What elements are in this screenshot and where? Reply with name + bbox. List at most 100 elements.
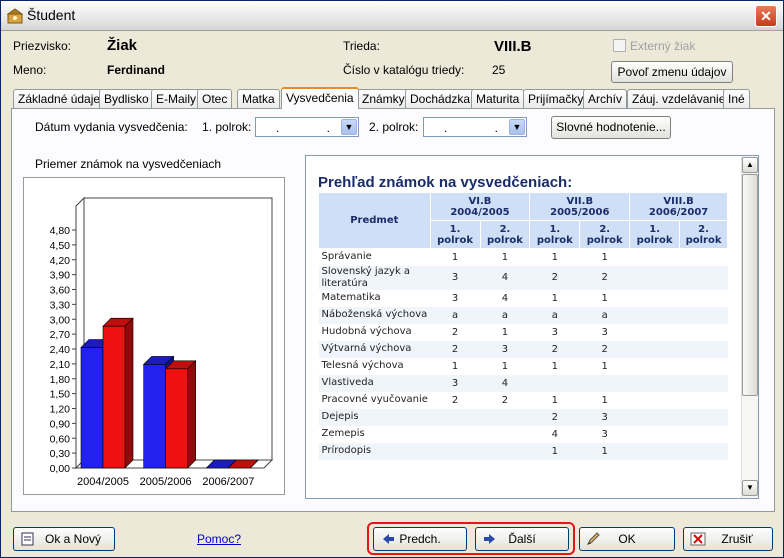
subject-cell: Vlastiveda <box>318 374 431 392</box>
half2-header: 2. polrok <box>679 220 728 249</box>
tab-graduation[interactable]: Maturita <box>471 89 525 108</box>
half2-date-combo[interactable]: . . ▼ <box>423 117 527 137</box>
tab-bar: Základné údaje Bydlisko E-Maily Otec Mat… <box>11 87 781 109</box>
tab-grades[interactable]: Známky <box>357 89 410 108</box>
subject-cell: Dejepis <box>318 408 431 426</box>
grade-cell <box>529 374 580 392</box>
grade-cell <box>679 374 728 392</box>
year-header: VI.B 2004/2005 <box>429 192 531 221</box>
scroll-thumb[interactable] <box>742 174 758 396</box>
y-tick-label: 2,40 <box>50 344 71 356</box>
chevron-down-icon[interactable]: ▼ <box>509 119 525 135</box>
tab-mother[interactable]: Matka <box>237 89 280 108</box>
bar <box>143 364 166 469</box>
grade-cell: 1 <box>551 251 559 263</box>
grade-cell <box>680 358 728 375</box>
student-window: Študent ✕ Priezvisko: Žiak Meno: Ferdina… <box>0 0 784 558</box>
grade-cell: 1 <box>501 360 509 372</box>
report-view[interactable]: Prehľad známok na vysvedčeniach: Predmet… <box>305 155 759 499</box>
x-tick-label: 2004/2005 <box>77 476 129 488</box>
bar <box>165 368 188 469</box>
y-tick-label: 0,00 <box>50 463 71 475</box>
class-label: Trieda: <box>343 39 380 53</box>
grade-cell: 1 <box>451 360 459 372</box>
tab-admissions[interactable]: Prijímačky <box>523 89 589 108</box>
allow-change-button[interactable]: Povoľ zmenu údajov <box>611 61 733 83</box>
grade-cell <box>679 340 728 358</box>
grade-cell: 1 <box>551 292 559 304</box>
tab-other[interactable]: Iné <box>723 89 750 108</box>
table-row: Náboženská výchova a a a a <box>318 306 728 324</box>
grade-cell: 2 <box>430 340 480 358</box>
chevron-down-icon[interactable]: ▼ <box>341 119 357 135</box>
scroll-up-icon[interactable]: ▲ <box>742 157 758 173</box>
title-bar[interactable]: Študent ✕ <box>1 1 783 31</box>
cancel-button[interactable]: Zrušiť <box>683 527 773 551</box>
grade-cell <box>629 408 680 426</box>
grade-cell <box>629 265 680 290</box>
grade-cell: 2 <box>579 340 630 358</box>
subject-cell: Matematika <box>321 292 381 303</box>
grade-cell: a <box>430 306 480 324</box>
scroll-down-icon[interactable]: ▼ <box>742 480 758 496</box>
tab-basic-info[interactable]: Základné údaje <box>13 89 106 108</box>
grade-cell: 1 <box>601 292 608 304</box>
half2-header: 2. polrok <box>579 220 631 249</box>
grade-cell: 1 <box>451 251 459 263</box>
bar-side <box>187 360 196 469</box>
tab-archive[interactable]: Archív <box>583 89 628 108</box>
grade-cell: 1 <box>551 360 559 372</box>
surname-value: Žiak <box>107 37 138 54</box>
help-link[interactable]: Pomoc? <box>197 532 241 546</box>
grade-cell <box>579 374 630 392</box>
half2-label: 2. polrok: <box>369 120 419 134</box>
subject-cell: Prírodopis <box>318 442 431 460</box>
grade-cell: 1 <box>529 442 580 460</box>
grade-cell: 3 <box>551 326 559 338</box>
y-tick-label: 3,60 <box>50 285 71 297</box>
table-row: Zemepis 4 3 <box>319 426 728 443</box>
grade-cell: 3 <box>430 374 480 392</box>
table-row: Hudobná výchova 2 1 3 3 <box>319 324 728 341</box>
grade-cell: 3 <box>601 428 608 440</box>
tab-emails[interactable]: E-Maily <box>151 89 202 108</box>
tab-address[interactable]: Bydlisko <box>99 89 154 108</box>
grade-cell: 2 <box>451 326 459 338</box>
grade-cell <box>430 426 480 443</box>
ok-button[interactable]: OK <box>579 527 675 551</box>
year-header: VII.B 2005/2006 <box>529 192 631 221</box>
half1-header: 1. polrok <box>629 220 681 249</box>
ok-and-new-button[interactable]: Ok a Nový <box>13 527 115 551</box>
subject-cell: Slovenský jazyk a literatúra <box>318 265 431 290</box>
window-title: Študent <box>27 7 76 23</box>
subject-cell: Hudobná výchova <box>321 326 412 337</box>
y-tick-label: 4,50 <box>50 240 71 252</box>
subject-cell: Telesná výchova <box>321 360 404 371</box>
grade-cell: a <box>579 306 630 324</box>
tab-attendance[interactable]: Dochádzka <box>405 89 476 108</box>
tab-interest-education[interactable]: Záuj. vzdelávanie <box>627 89 731 108</box>
report-scrollbar[interactable]: ▲ ▼ <box>741 156 758 498</box>
table-row: Dejepis 2 3 <box>318 408 728 426</box>
verbal-evaluation-button[interactable]: Slovné hodnotenie... <box>551 116 671 139</box>
grade-cell: 4 <box>480 374 530 392</box>
half1-date-combo[interactable]: . . ▼ <box>255 117 359 137</box>
tab-father[interactable]: Otec <box>197 89 233 108</box>
subject-cell: Zemepis <box>321 428 365 439</box>
grade-cell <box>629 306 680 324</box>
table-row: Pracovné vyučovanie 2 2 1 1 <box>319 392 728 409</box>
grade-cell <box>630 324 680 341</box>
y-tick-label: 0,90 <box>50 418 71 430</box>
grade-cell: 1 <box>551 394 559 406</box>
grade-cell <box>629 340 680 358</box>
subject-cell: Náboženská výchova <box>318 306 431 324</box>
subject-cell: Výtvarná výchova <box>318 340 431 358</box>
grade-cell: 3 <box>480 340 530 358</box>
close-button[interactable]: ✕ <box>755 5 777 27</box>
y-tick-label: 3,30 <box>50 299 71 311</box>
average-grades-chart: 0,00 0,30 0,60 0,90 1,20 1,50 1,80 2,10 2,40 2,70… <box>50 196 274 488</box>
subject-cell: Pracovné vyučovanie <box>321 394 428 405</box>
grade-cell <box>680 249 728 266</box>
tab-report-cards[interactable]: Vysvedčenia <box>281 87 359 109</box>
external-student-checkbox[interactable] <box>613 39 626 52</box>
